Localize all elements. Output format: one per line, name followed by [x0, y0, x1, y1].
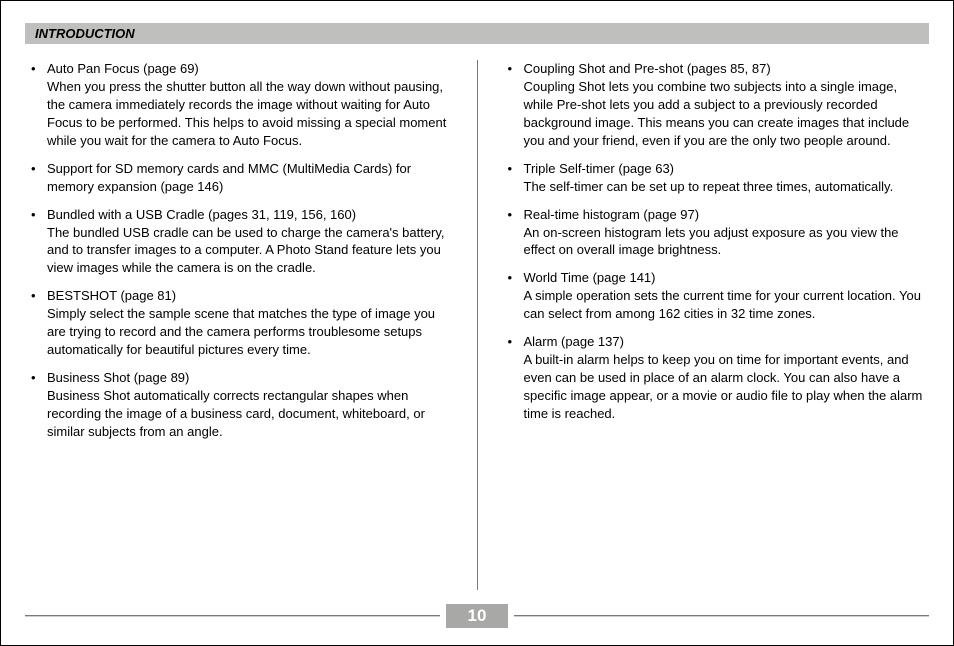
list-item: Alarm (page 137) A built-in alarm helps … [502, 333, 930, 423]
feature-body: The self-timer can be set up to repeat t… [524, 178, 930, 196]
feature-title: Business Shot (page 89) [47, 370, 189, 385]
list-item: Real-time histogram (page 97) An on-scre… [502, 206, 930, 260]
list-item: Auto Pan Focus (page 69) When you press … [25, 60, 453, 150]
feature-title: Coupling Shot and Pre-shot (pages 85, 87… [524, 61, 771, 76]
feature-title: Alarm (page 137) [524, 334, 624, 349]
feature-title: Real-time histogram (page 97) [524, 207, 700, 222]
footer-rule-right [514, 615, 929, 617]
feature-body: A built-in alarm helps to keep you on ti… [524, 351, 930, 423]
feature-body: Simply select the sample scene that matc… [47, 305, 453, 359]
feature-title: Bundled with a USB Cradle (pages 31, 119… [47, 207, 356, 222]
manual-page: INTRODUCTION Auto Pan Focus (page 69) Wh… [0, 0, 954, 646]
list-item: BESTSHOT (page 81) Simply select the sam… [25, 287, 453, 359]
feature-list-right: Coupling Shot and Pre-shot (pages 85, 87… [502, 60, 930, 423]
feature-body: When you press the shutter button all th… [47, 78, 453, 150]
list-item: Coupling Shot and Pre-shot (pages 85, 87… [502, 60, 930, 150]
feature-body: Business Shot automatically corrects rec… [47, 387, 453, 441]
list-item: Triple Self-timer (page 63) The self-tim… [502, 160, 930, 196]
list-item: World Time (page 141) A simple operation… [502, 269, 930, 323]
list-item: Bundled with a USB Cradle (pages 31, 119… [25, 206, 453, 278]
footer-rule-left [25, 615, 440, 617]
feature-title: Auto Pan Focus (page 69) [47, 61, 199, 76]
feature-list-left: Auto Pan Focus (page 69) When you press … [25, 60, 453, 441]
feature-body: A simple operation sets the current time… [524, 287, 930, 323]
page-footer: 10 [1, 605, 953, 627]
right-column: Coupling Shot and Pre-shot (pages 85, 87… [477, 60, 930, 590]
feature-title: World Time (page 141) [524, 270, 656, 285]
feature-body: Coupling Shot lets you combine two subje… [524, 78, 930, 150]
page-number-badge: 10 [446, 604, 509, 628]
list-item: Business Shot (page 89) Business Shot au… [25, 369, 453, 441]
feature-title: Support for SD memory cards and MMC (Mul… [47, 161, 411, 194]
section-title: INTRODUCTION [35, 26, 135, 41]
feature-body: The bundled USB cradle can be used to ch… [47, 224, 453, 278]
feature-title: Triple Self-timer (page 63) [524, 161, 675, 176]
content-columns: Auto Pan Focus (page 69) When you press … [25, 60, 929, 590]
page-number: 10 [468, 606, 487, 625]
left-column: Auto Pan Focus (page 69) When you press … [25, 60, 477, 590]
feature-title: BESTSHOT (page 81) [47, 288, 176, 303]
feature-body: An on-screen histogram lets you adjust e… [524, 224, 930, 260]
list-item: Support for SD memory cards and MMC (Mul… [25, 160, 453, 196]
section-header: INTRODUCTION [25, 23, 929, 44]
footer-line: 10 [1, 605, 953, 627]
